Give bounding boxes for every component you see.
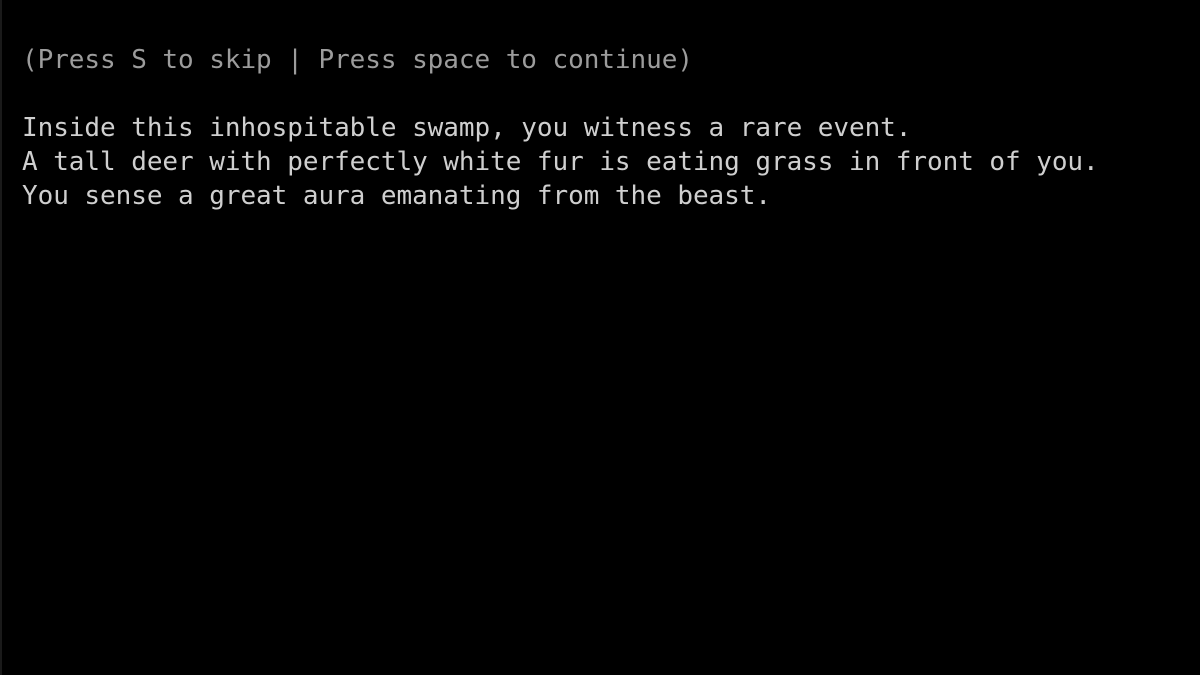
story-text: Inside this inhospitable swamp, you witn… <box>22 111 1099 213</box>
story-line: You sense a great aura emanating from th… <box>22 181 771 211</box>
console-window: (Press S to skip | Press space to contin… <box>0 0 1200 675</box>
story-line: Inside this inhospitable swamp, you witn… <box>22 113 912 143</box>
skip-continue-prompt: (Press S to skip | Press space to contin… <box>22 45 693 75</box>
story-line: A tall deer with perfectly white fur is … <box>22 147 1099 177</box>
